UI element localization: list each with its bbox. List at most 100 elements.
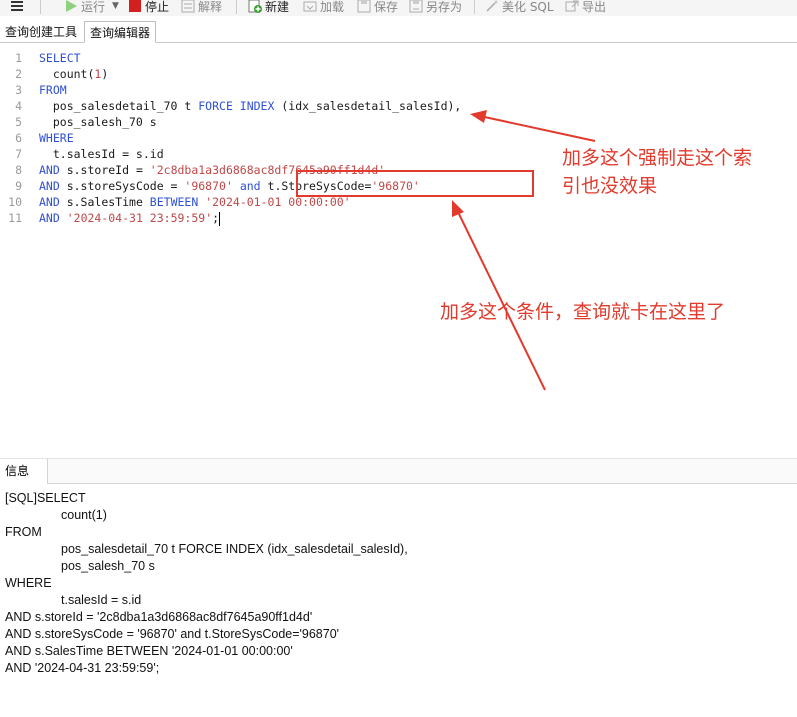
- tab-query-editor[interactable]: 查询编辑器: [84, 21, 157, 43]
- explain-icon: [181, 0, 195, 13]
- result-tab-bar: 信息: [0, 458, 797, 484]
- annotation-condition-note: 加多这个条件，查询就卡在这里了: [440, 301, 726, 323]
- save-label: 保存: [374, 0, 399, 14]
- line-number: 9: [15, 179, 22, 193]
- text-cursor: [219, 211, 221, 226]
- menu-button[interactable]: [10, 0, 24, 15]
- code-line[interactable]: 1 SELECT: [0, 50, 797, 66]
- beautify-sql-label: 美化 SQL: [502, 0, 554, 14]
- code-token: s.storeId =: [59, 163, 150, 177]
- line-number: 7: [15, 147, 22, 161]
- new-icon: [248, 0, 262, 13]
- sql-editor[interactable]: 1 SELECT 2 count(1) 3 FROM 4 pos_salesdetail_…: [0, 44, 797, 456]
- line-number: 11: [8, 211, 22, 225]
- code-token: BETWEEN: [149, 195, 199, 209]
- save-as-button[interactable]: 另存为: [409, 0, 462, 15]
- annotation-line-2: 引也没效果: [562, 175, 658, 197]
- code-token: '2024-04-31 23:59:59': [66, 211, 213, 225]
- code-token: '96870': [371, 179, 420, 193]
- code-line[interactable]: 2 count(1): [0, 66, 797, 82]
- code-line[interactable]: 4 pos_salesdetail_70 t FORCE INDEX (idx_…: [0, 98, 797, 114]
- beautify-icon: [485, 0, 499, 13]
- load-label: 加载: [320, 0, 345, 14]
- info-line: AND '2024-04-31 23:59:59';: [5, 661, 160, 675]
- info-line: AND s.SalesTime BETWEEN '2024-01-01 00:0…: [5, 644, 293, 658]
- line-number: 2: [15, 67, 22, 81]
- save-as-icon: [409, 0, 423, 13]
- line-number: 8: [15, 163, 22, 177]
- export-icon: [565, 0, 579, 13]
- line-number: 5: [15, 115, 22, 129]
- code-token: and: [239, 179, 261, 193]
- code-token: ;: [212, 211, 220, 225]
- explain-label: 解释: [198, 0, 223, 14]
- code-token: s.storeSysCode =: [59, 179, 185, 193]
- run-label: 运行: [81, 0, 106, 14]
- info-line: AND s.storeSysCode = '96870' and t.Store…: [5, 627, 340, 641]
- code-text: SELECT: [39, 50, 81, 66]
- play-icon: [64, 0, 78, 13]
- code-token: ): [101, 67, 109, 81]
- info-line: [SQL]SELECT: [5, 491, 86, 505]
- save-button[interactable]: 保存: [357, 0, 398, 15]
- code-token: SELECT: [39, 51, 81, 65]
- hamburger-menu-icon: [10, 0, 24, 13]
- code-token: FROM: [39, 83, 67, 97]
- line-number: 6: [15, 131, 22, 145]
- code-token: count: [39, 67, 88, 81]
- code-token: AND: [39, 163, 60, 177]
- stop-button[interactable]: 停止: [128, 0, 169, 15]
- code-token: '96870': [184, 179, 233, 193]
- info-line: FROM: [5, 525, 42, 539]
- code-token: pos_salesdetail_70 t: [39, 99, 199, 113]
- info-line: pos_salesdetail_70 t FORCE INDEX (idx_sa…: [61, 542, 408, 556]
- code-token: AND: [39, 179, 60, 193]
- code-token: pos_salesh_70 s: [39, 115, 157, 129]
- code-line[interactable]: 11 AND '2024-04-31 23:59:59';: [0, 210, 797, 226]
- tab-query-builder[interactable]: 查询创建工具: [0, 21, 82, 43]
- toolbar: 运行 ▼ 停止 解释 新建 加载 保存 另存为 美化 SQL 导出: [0, 0, 797, 16]
- code-text: WHERE: [39, 130, 74, 146]
- save-icon: [357, 0, 371, 13]
- code-text: pos_salesdetail_70 t FORCE INDEX (idx_sa…: [39, 98, 462, 114]
- load-button[interactable]: 加载: [303, 0, 344, 15]
- code-text: FROM: [39, 82, 67, 98]
- beautify-sql-button[interactable]: 美化 SQL: [485, 0, 554, 15]
- code-text: AND '2024-04-31 23:59:59';: [39, 210, 221, 226]
- code-token: t.StoreSysCode=: [260, 179, 372, 193]
- code-text: AND s.storeSysCode = '96870' and t.Store…: [39, 178, 420, 194]
- annotation-line-1: 加多这个强制走这个索: [562, 147, 753, 169]
- stop-icon: [128, 0, 142, 13]
- stop-label: 停止: [145, 0, 170, 14]
- new-button[interactable]: 新建: [248, 0, 289, 15]
- line-number: 3: [15, 83, 22, 97]
- tab-info[interactable]: 信息: [0, 459, 48, 484]
- info-line: AND s.storeId = '2c8dba1a3d6868ac8df7645…: [5, 610, 313, 624]
- code-line[interactable]: 5 pos_salesh_70 s: [0, 114, 797, 130]
- info-line: count(1): [61, 508, 107, 522]
- explain-button[interactable]: 解释: [181, 0, 222, 15]
- load-icon: [303, 0, 317, 13]
- run-button[interactable]: 运行 ▼: [64, 0, 119, 15]
- code-token: AND: [39, 211, 60, 225]
- line-number: 10: [8, 195, 22, 209]
- code-line[interactable]: 3 FROM: [0, 82, 797, 98]
- code-token: '2c8dba1a3d6868ac8df7645a90ff1d4d': [149, 163, 386, 177]
- new-label: 新建: [265, 0, 290, 14]
- info-line: pos_salesh_70 s: [61, 559, 155, 573]
- line-number: 4: [15, 99, 22, 113]
- code-token: t.salesId = s.id: [39, 147, 164, 161]
- code-token: AND: [39, 195, 60, 209]
- code-text: pos_salesh_70 s: [39, 114, 157, 130]
- code-token: FORCE INDEX: [198, 99, 275, 113]
- code-token: '2024-01-01 00:00:00': [205, 195, 351, 209]
- info-line: t.salesId = s.id: [61, 593, 142, 607]
- info-line: WHERE: [5, 576, 52, 590]
- annotation-force-index-note: 加多这个强制走这个索 引也没效果: [562, 144, 752, 200]
- export-button[interactable]: 导出: [565, 0, 606, 15]
- code-token: (idx_salesdetail_salesId),: [274, 99, 462, 113]
- run-dropdown-chevron-icon[interactable]: ▼: [112, 1, 119, 11]
- code-token: WHERE: [39, 131, 74, 145]
